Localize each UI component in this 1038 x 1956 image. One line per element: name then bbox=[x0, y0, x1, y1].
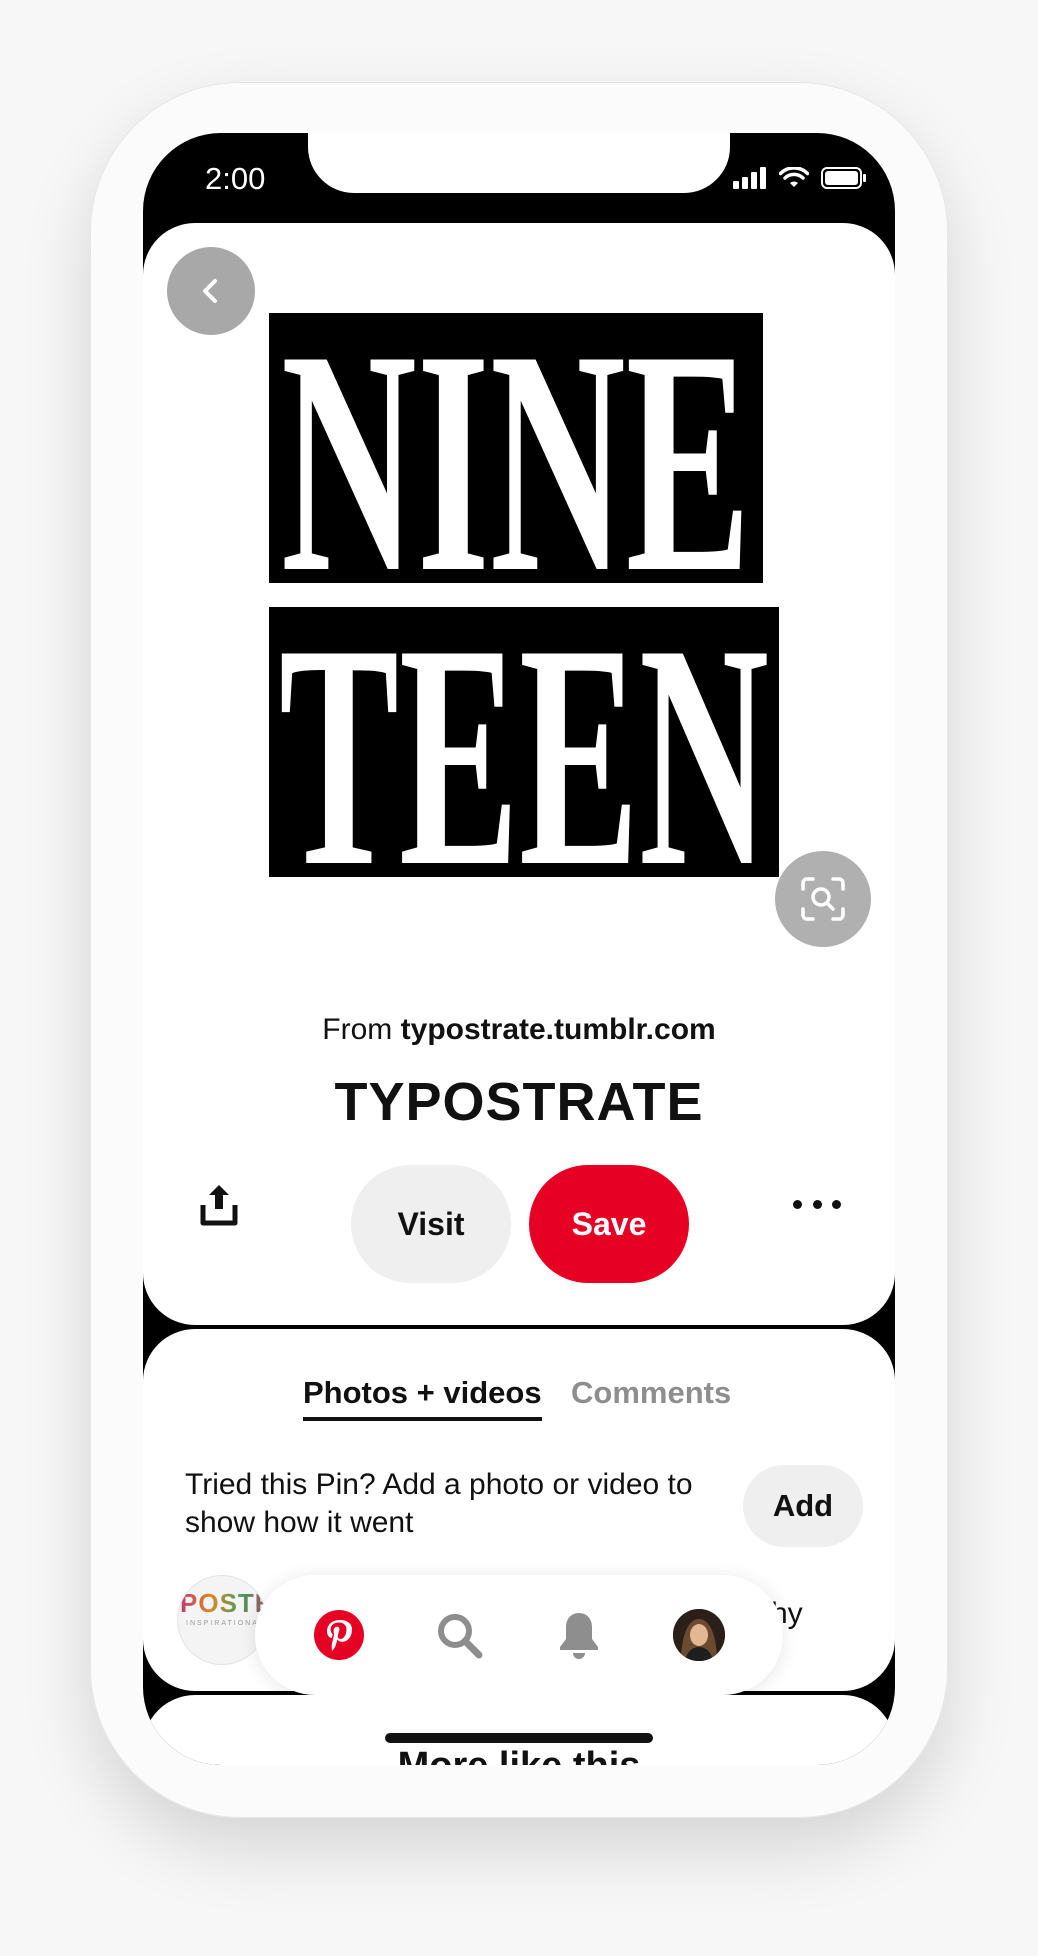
tab-photos-videos[interactable]: Photos + videos bbox=[303, 1375, 542, 1421]
source-prefix: From bbox=[322, 1013, 393, 1046]
more-like-this-heading: More like this bbox=[143, 1745, 895, 1765]
more-options-button[interactable] bbox=[793, 1189, 841, 1219]
source-domain[interactable]: typostrate.tumblr.com bbox=[401, 1013, 716, 1046]
thumbnail-text: POSTE bbox=[180, 1588, 266, 1619]
search-icon bbox=[438, 1614, 483, 1659]
back-button[interactable] bbox=[167, 247, 255, 335]
nav-search[interactable] bbox=[429, 1605, 489, 1665]
wifi-icon bbox=[779, 167, 809, 187]
status-time: 2:00 bbox=[205, 161, 266, 196]
share-icon bbox=[200, 1185, 238, 1226]
nav-profile[interactable] bbox=[669, 1605, 729, 1665]
back-icon bbox=[203, 279, 217, 303]
pin-card: NINE TEEN From typostrate.tumblr.com TYP… bbox=[143, 223, 895, 1325]
add-photo-button[interactable]: Add bbox=[743, 1465, 863, 1547]
tried-prompt: Tried this Pin? Add a photo or video to … bbox=[185, 1468, 693, 1539]
tab-comments[interactable]: Comments bbox=[571, 1375, 731, 1411]
more-icon bbox=[793, 1199, 802, 1209]
notch bbox=[308, 133, 730, 193]
visual-search-button[interactable] bbox=[775, 851, 871, 947]
source-link[interactable]: From typostrate.tumblr.com bbox=[143, 1013, 895, 1047]
share-button[interactable] bbox=[195, 1181, 243, 1229]
home-indicator[interactable] bbox=[385, 1733, 653, 1743]
visit-button[interactable]: Visit bbox=[351, 1165, 511, 1283]
nav-home[interactable] bbox=[309, 1605, 369, 1665]
pinterest-logo-icon bbox=[314, 1610, 364, 1660]
pin-image[interactable]: NINE TEEN bbox=[269, 313, 789, 883]
bell-icon bbox=[560, 1613, 598, 1659]
pin-title: TYPOSTRATE bbox=[334, 1072, 704, 1132]
battery-icon bbox=[821, 167, 866, 189]
status-bar: 2:00 bbox=[143, 133, 895, 223]
more-like-this-card: More like this bbox=[143, 1695, 895, 1765]
tried-thumbnail[interactable]: POSTE INSPIRATIONAL bbox=[177, 1575, 267, 1665]
phone-screen: 2:00 NINE TEEN From typostrate.tumblr.co… bbox=[143, 133, 895, 1765]
image-word-2: TEEN bbox=[279, 579, 769, 883]
bottom-nav bbox=[255, 1575, 783, 1695]
save-button[interactable]: Save bbox=[529, 1165, 689, 1283]
thumbnail-subtext: INSPIRATIONAL bbox=[186, 1620, 265, 1627]
avatar bbox=[673, 1609, 725, 1661]
status-icons bbox=[733, 167, 867, 189]
nav-notifications[interactable] bbox=[549, 1605, 609, 1665]
visual-search-icon bbox=[801, 877, 845, 921]
signal-icon bbox=[733, 167, 766, 189]
